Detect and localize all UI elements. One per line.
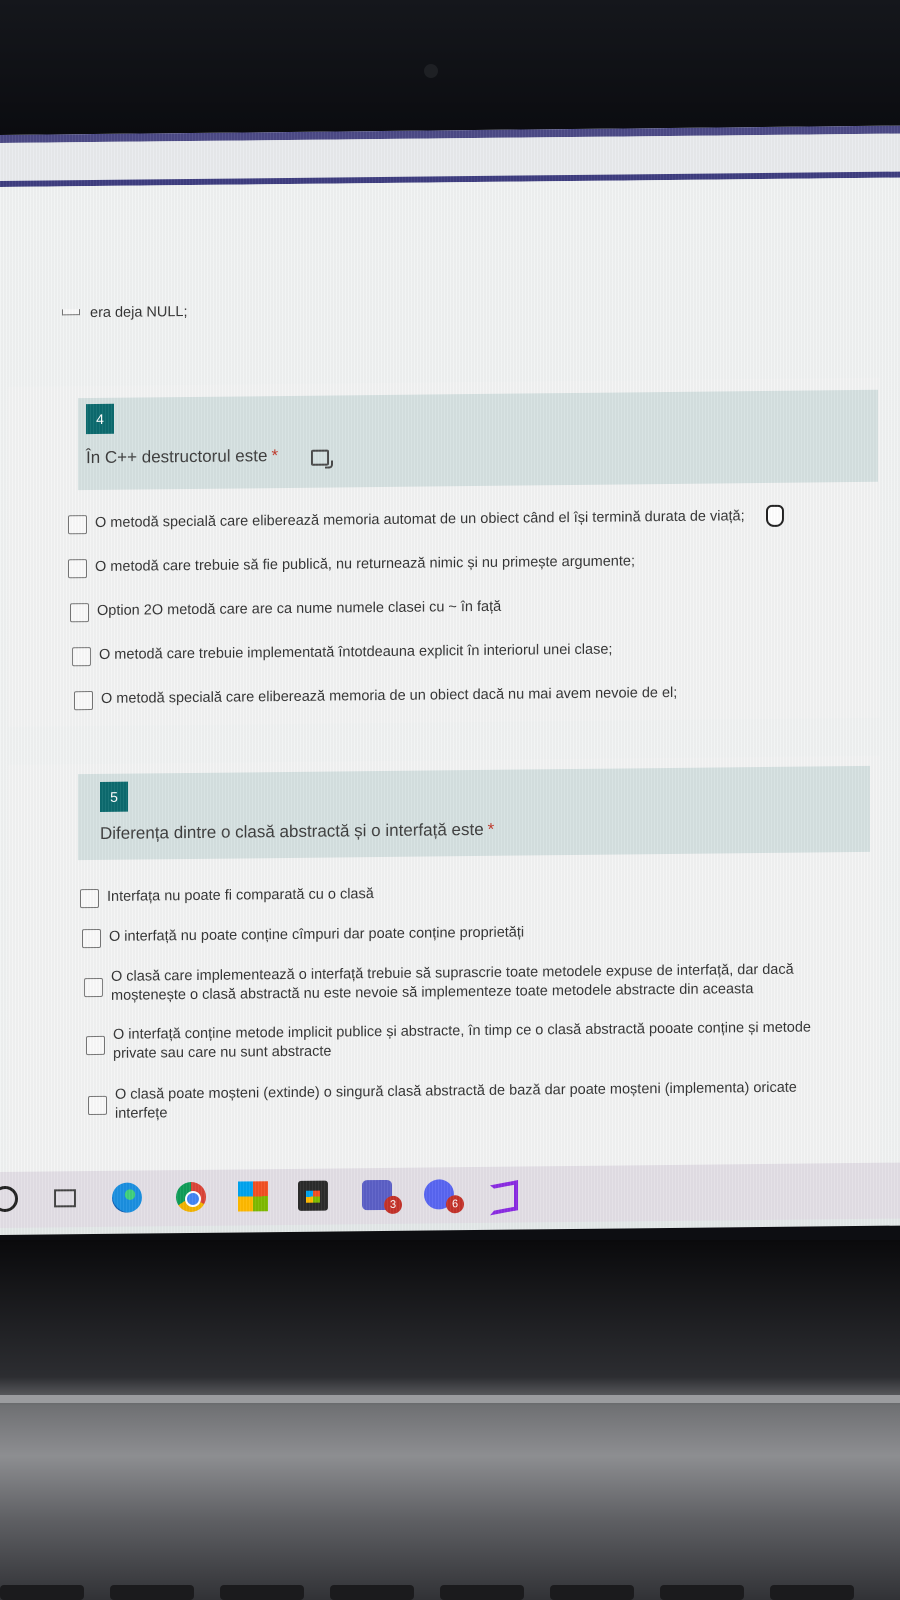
option-label: Interfața nu poate fi comparată cu o cla… xyxy=(107,886,374,905)
laptop-hinge xyxy=(0,1395,900,1403)
option-label: O clasă poate moșteni (extinde) o singur… xyxy=(115,1079,797,1122)
key xyxy=(110,1585,194,1600)
checkbox[interactable] xyxy=(70,603,89,623)
visual-studio-icon[interactable] xyxy=(486,1179,516,1209)
webcam xyxy=(424,64,438,78)
form-page[interactable]: era deja NULL; 4 În C++ destructorul est… xyxy=(0,177,900,1222)
option-label: O interfață conține metode implicit publ… xyxy=(113,1019,811,1062)
checkbox[interactable] xyxy=(74,691,93,711)
question-title-text: În C++ destructorul este xyxy=(86,446,268,468)
question-header-5 xyxy=(78,765,870,861)
teams-badge: 3 xyxy=(384,1195,402,1214)
question-title-4: În C++ destructorul este * xyxy=(86,446,278,468)
question-card-5: 5 Diferența dintre o clasă abstractă și … xyxy=(8,755,880,1195)
laptop-body xyxy=(0,1240,900,1600)
option-label: Option 2O metodă care are ca nume numele… xyxy=(97,598,502,619)
microsoft-icon[interactable] xyxy=(238,1181,268,1212)
discord-badge: 6 xyxy=(446,1195,464,1214)
edge-icon[interactable] xyxy=(112,1182,142,1213)
checkbox[interactable] xyxy=(84,977,103,998)
question-number-5: 5 xyxy=(100,781,128,812)
key xyxy=(660,1585,744,1600)
option-label: O metodă care trebuie să fie publică, nu… xyxy=(95,553,635,576)
chrome-icon[interactable] xyxy=(176,1181,206,1213)
question-card-4: 4 În C++ destructorul este * O metodă spe… xyxy=(8,377,880,727)
option-label: O clasă care implementează o interfață t… xyxy=(111,961,794,1004)
checkbox[interactable] xyxy=(80,888,99,909)
question-title-text: Diferența dintre o clasă abstractă și o … xyxy=(100,819,484,843)
task-view-icon[interactable] xyxy=(54,1189,76,1208)
taskbar: 3 6 xyxy=(0,1162,900,1228)
store-icon[interactable] xyxy=(298,1180,328,1211)
key xyxy=(220,1585,304,1600)
screen: era deja NULL; 4 În C++ destructorul est… xyxy=(0,125,900,1236)
key xyxy=(0,1585,84,1600)
option-5-3[interactable]: O clasă care implementează o interfață t… xyxy=(84,960,821,1006)
option-4-4[interactable]: O metodă care trebuie implementată întot… xyxy=(72,641,612,667)
question-title-5: Diferența dintre o clasă abstractă și o … xyxy=(100,820,494,844)
option-4-5[interactable]: O metodă specială care eliberează memori… xyxy=(74,684,678,711)
option-label: O metodă specială care eliberează memori… xyxy=(95,508,745,532)
checkbox[interactable] xyxy=(68,559,87,579)
required-mark: * xyxy=(271,446,279,466)
option-label: era deja NULL; xyxy=(90,304,188,322)
question-number-4: 4 xyxy=(86,403,114,435)
laptop-bezel-top xyxy=(0,0,900,135)
keyboard-row xyxy=(0,1585,900,1600)
key xyxy=(440,1585,524,1600)
option-5-5[interactable]: O clasă poate moșteni (extinde) o singur… xyxy=(88,1078,825,1124)
option-label: O metodă specială care eliberează memori… xyxy=(101,684,678,707)
question-header-4 xyxy=(78,389,878,491)
option-5-4[interactable]: O interfață conține metode implicit publ… xyxy=(86,1018,823,1064)
checkbox[interactable] xyxy=(82,928,101,949)
key xyxy=(550,1585,634,1600)
search-icon[interactable] xyxy=(0,1185,18,1213)
key xyxy=(330,1585,414,1600)
discord-icon[interactable]: 6 xyxy=(424,1179,464,1214)
prev-option-last[interactable]: era deja NULL; xyxy=(90,303,188,323)
checkbox[interactable] xyxy=(68,515,87,535)
option-4-3[interactable]: Option 2O metodă care are ca nume numele… xyxy=(70,598,501,623)
hand-cursor-icon xyxy=(766,504,784,527)
checkbox[interactable] xyxy=(86,1035,105,1056)
teams-icon[interactable]: 3 xyxy=(362,1179,402,1214)
checkbox[interactable] xyxy=(72,647,91,667)
option-5-2[interactable]: O interfață nu poate conține cîmpuri dar… xyxy=(82,924,524,949)
immersive-reader-icon[interactable] xyxy=(311,449,329,466)
option-4-2[interactable]: O metodă care trebuie să fie publică, nu… xyxy=(68,552,635,579)
key xyxy=(770,1585,854,1600)
checkbox[interactable] xyxy=(88,1095,107,1116)
option-5-1[interactable]: Interfața nu poate fi comparată cu o cla… xyxy=(80,885,374,909)
checkbox-partial[interactable] xyxy=(62,309,80,316)
option-4-1[interactable]: O metodă specială care eliberează memori… xyxy=(68,507,745,535)
required-mark: * xyxy=(487,819,495,839)
option-label: O interfață nu poate conține cîmpuri dar… xyxy=(109,924,525,945)
option-label: O metodă care trebuie implementată întot… xyxy=(99,641,613,663)
